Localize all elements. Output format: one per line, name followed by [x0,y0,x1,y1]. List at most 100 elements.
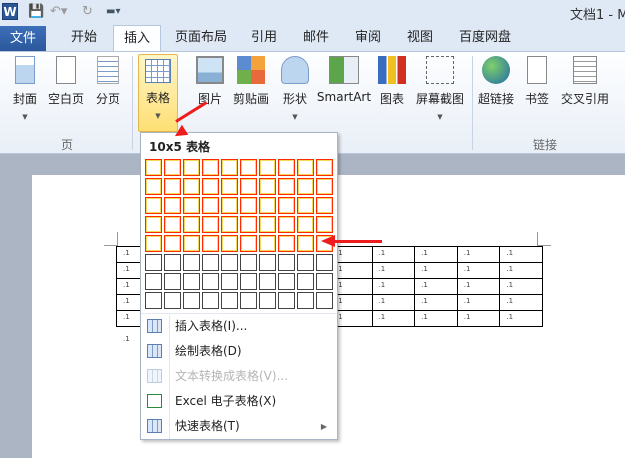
grid-cell[interactable] [259,178,276,195]
grid-cell[interactable] [316,273,333,290]
tab-home[interactable]: 开始 [60,25,108,52]
customize-icon[interactable]: ▬▾ [106,6,120,17]
redo-icon[interactable]: ↻ [82,4,93,19]
table-cell[interactable]: .1 [456,246,501,263]
table-cell[interactable]: .1 [414,246,458,263]
tab-references[interactable]: 引用 [244,25,284,52]
grid-cell[interactable] [278,273,295,290]
grid-cell[interactable] [145,159,162,176]
blank-page-button[interactable]: 空白页 [46,56,86,107]
grid-cell[interactable] [259,254,276,271]
menu-item-excel-spreadsheet[interactable]: Excel 电子表格(X) [141,389,337,414]
grid-cell[interactable] [221,197,238,214]
tab-view[interactable]: 视图 [400,25,440,52]
clip-art-button[interactable]: 剪贴画 [231,56,271,107]
grid-cell[interactable] [164,197,181,214]
cover-page-button[interactable]: 封面 ▼ [8,56,42,121]
table-cell[interactable]: .1 [371,246,416,263]
table-button[interactable]: 表格 ▼ [138,54,178,132]
grid-cell[interactable] [183,273,200,290]
tab-baidu-netdisk[interactable]: 百度网盘 [452,25,518,52]
grid-cell[interactable] [202,159,219,176]
grid-cell[interactable] [240,292,257,309]
hyperlink-button[interactable]: 超链接 [476,56,516,107]
page-break-button[interactable]: 分页 [92,56,124,107]
grid-cell[interactable] [259,292,276,309]
table-cell[interactable]: .1 [414,294,458,311]
grid-cell[interactable] [145,178,162,195]
tab-insert[interactable]: 插入 [113,25,161,52]
grid-cell[interactable] [316,197,333,214]
grid-cell[interactable] [145,235,162,252]
grid-cell[interactable] [202,273,219,290]
grid-cell[interactable] [164,235,181,252]
table-cell[interactable]: .1 [499,262,543,279]
grid-cell[interactable] [145,254,162,271]
undo-icon[interactable]: ↶▾ [50,4,67,19]
grid-cell[interactable] [145,292,162,309]
grid-cell[interactable] [221,235,238,252]
grid-cell[interactable] [221,273,238,290]
grid-cell[interactable] [297,197,314,214]
grid-cell[interactable] [145,216,162,233]
grid-cell[interactable] [240,197,257,214]
grid-cell[interactable] [316,254,333,271]
grid-cell[interactable] [259,273,276,290]
table-cell[interactable]: .1 [499,310,543,327]
table-cell[interactable]: .1 [371,278,416,295]
menu-item-draw-table[interactable]: 绘制表格(D) [141,339,337,364]
table-cell[interactable]: .1 [456,294,501,311]
grid-cell[interactable] [221,216,238,233]
grid-cell[interactable] [221,178,238,195]
grid-cell[interactable] [145,197,162,214]
grid-cell[interactable] [297,254,314,271]
table-cell[interactable]: .1 [499,294,543,311]
grid-cell[interactable] [221,254,238,271]
table-cell[interactable]: .1 [371,262,416,279]
table-cell[interactable]: .1 [414,262,458,279]
grid-cell[interactable] [202,197,219,214]
tab-file[interactable]: 文件 [0,26,46,53]
grid-cell[interactable] [183,235,200,252]
grid-cell[interactable] [202,292,219,309]
grid-cell[interactable] [297,292,314,309]
table-cell[interactable]: .1 [371,310,416,327]
menu-item-insert-table[interactable]: 插入表格(I)... [141,314,337,339]
grid-cell[interactable] [164,254,181,271]
shapes-button[interactable]: 形状 ▼ [278,56,312,121]
grid-cell[interactable] [297,273,314,290]
screenshot-button[interactable]: 屏幕截图 ▼ [414,56,466,121]
grid-cell[interactable] [278,216,295,233]
grid-cell[interactable] [316,292,333,309]
grid-cell[interactable] [278,178,295,195]
tab-mailings[interactable]: 邮件 [296,25,336,52]
chart-button[interactable]: 图表 [376,56,408,107]
grid-cell[interactable] [297,235,314,252]
grid-cell[interactable] [183,197,200,214]
table-cell[interactable]: .1 [499,278,543,295]
grid-cell[interactable] [240,254,257,271]
table-cell[interactable]: .1 [414,278,458,295]
smartart-button[interactable]: SmartArt [316,56,372,104]
table-cell[interactable]: .1 [371,294,416,311]
grid-cell[interactable] [240,235,257,252]
grid-cell[interactable] [202,254,219,271]
tab-review[interactable]: 审阅 [348,25,388,52]
grid-cell[interactable] [240,273,257,290]
grid-cell[interactable] [183,292,200,309]
grid-cell[interactable] [316,159,333,176]
grid-cell[interactable] [202,178,219,195]
table-cell[interactable]: .1 [499,246,543,263]
grid-cell[interactable] [278,292,295,309]
grid-cell[interactable] [278,254,295,271]
grid-cell[interactable] [259,197,276,214]
grid-cell[interactable] [259,216,276,233]
grid-cell[interactable] [297,159,314,176]
grid-cell[interactable] [278,197,295,214]
table-cell[interactable]: .1 [456,262,501,279]
grid-cell[interactable] [164,273,181,290]
grid-cell[interactable] [164,292,181,309]
grid-cell[interactable] [259,235,276,252]
save-icon[interactable]: 💾 [28,4,44,19]
grid-cell[interactable] [221,159,238,176]
